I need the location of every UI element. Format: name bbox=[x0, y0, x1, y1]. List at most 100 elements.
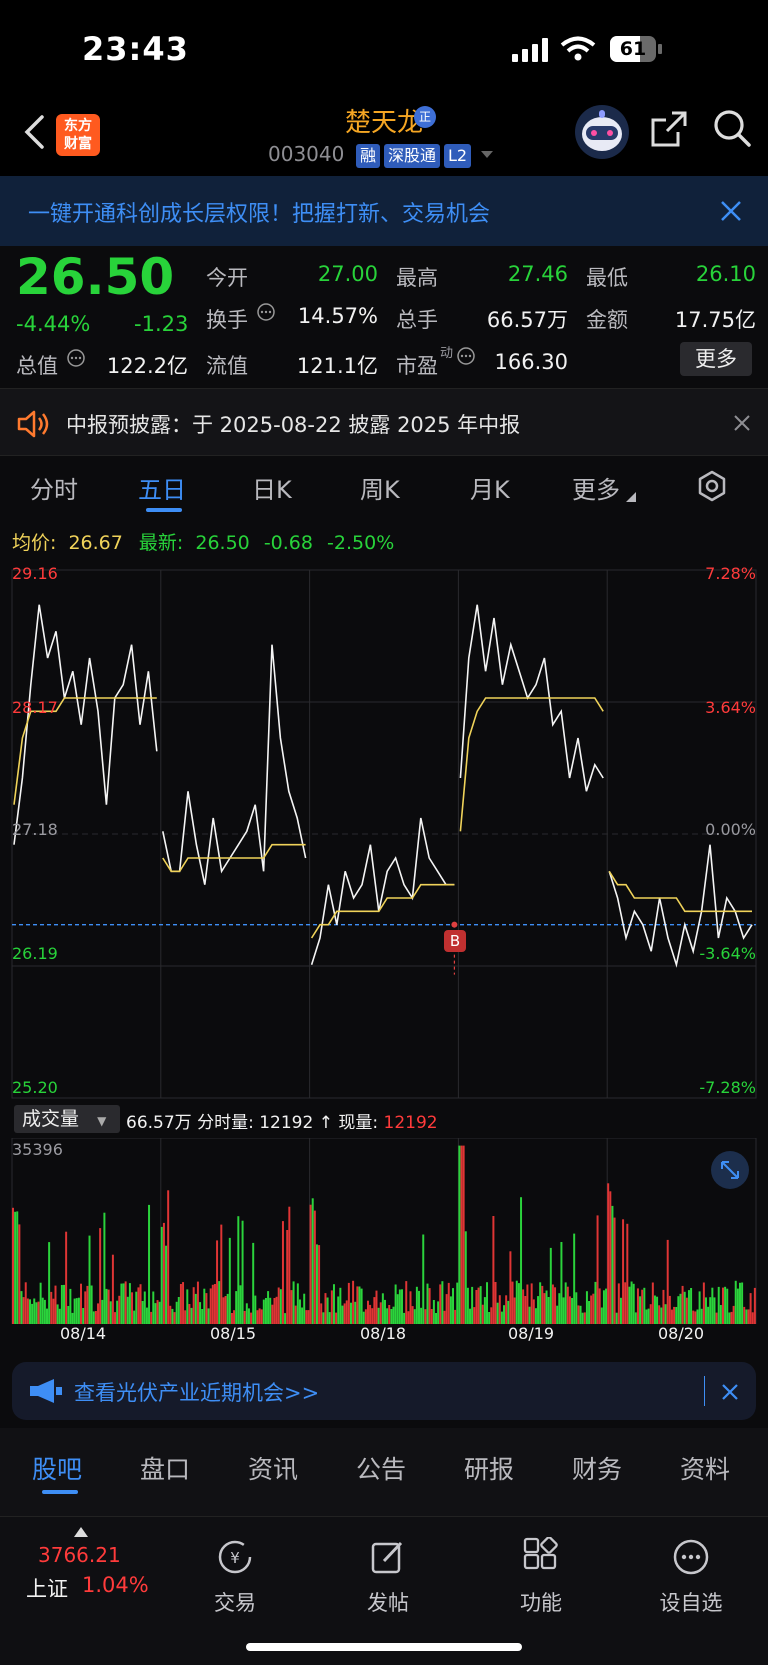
change-amount: -1.23 bbox=[134, 312, 189, 336]
volume-bar bbox=[386, 1308, 389, 1324]
volume-max-label: 35396 bbox=[12, 1140, 63, 1159]
volume-bar bbox=[547, 1297, 550, 1324]
tab-research[interactable]: 研报 bbox=[464, 1450, 514, 1486]
tab-daily-k[interactable]: 日K bbox=[252, 470, 292, 505]
volume-bar bbox=[420, 1307, 423, 1324]
volume-bar bbox=[736, 1288, 739, 1324]
tab-pankou[interactable]: 盘口 bbox=[140, 1450, 190, 1486]
tab-monthly-k[interactable]: 月K bbox=[470, 470, 510, 505]
volume-bar bbox=[513, 1297, 516, 1324]
volume-bar bbox=[511, 1281, 514, 1324]
volume-chart-svg bbox=[11, 1137, 757, 1325]
nav-trade[interactable]: ¥ 交易 bbox=[180, 1537, 290, 1617]
volume-bar bbox=[243, 1311, 246, 1324]
volume-chart[interactable]: 35396 08/14 08/15 08/18 08/19 08/20 bbox=[0, 1137, 768, 1343]
volume-bar bbox=[169, 1305, 172, 1324]
volume-bar bbox=[528, 1306, 531, 1324]
tab-five-day[interactable]: 五日 bbox=[138, 470, 186, 505]
volume-bar bbox=[660, 1307, 663, 1324]
tab-news[interactable]: 资讯 bbox=[248, 1450, 298, 1486]
volume-bar bbox=[685, 1297, 688, 1324]
tab-intraday[interactable]: 分时 bbox=[30, 470, 78, 505]
robot-avatar-icon[interactable] bbox=[574, 104, 630, 160]
volume-bar bbox=[600, 1307, 603, 1324]
buy-marker[interactable]: B bbox=[444, 930, 466, 952]
volume-bar bbox=[152, 1291, 155, 1324]
volume-bar bbox=[222, 1297, 225, 1324]
volume-bar bbox=[602, 1290, 605, 1324]
expand-icon[interactable] bbox=[710, 1150, 750, 1190]
sub-tabs: 股吧 盘口 资讯 公告 研报 财务 资料 bbox=[0, 1428, 768, 1516]
close-icon[interactable] bbox=[720, 200, 742, 222]
volume-bar bbox=[656, 1296, 659, 1324]
tab-weekly-k[interactable]: 周K bbox=[360, 470, 400, 505]
volume-bar bbox=[490, 1307, 493, 1324]
volume-bar bbox=[441, 1281, 444, 1324]
volume-bar bbox=[471, 1286, 474, 1324]
arrow-up-icon: ↑ bbox=[318, 1113, 333, 1133]
tab-finance[interactable]: 财务 bbox=[572, 1450, 622, 1486]
volume-bar bbox=[509, 1251, 512, 1324]
volume-bar bbox=[609, 1191, 612, 1324]
promo-card[interactable]: 查看光伏产业近期机会>> bbox=[12, 1362, 756, 1420]
chevron-down-icon[interactable] bbox=[480, 150, 494, 160]
price-chart[interactable]: 29.16 28.17 27.18 26.19 25.20 7.28% 3.64… bbox=[0, 560, 768, 1100]
volume-bar bbox=[330, 1290, 333, 1324]
nav-post[interactable]: 发帖 bbox=[333, 1537, 443, 1617]
volume-bar bbox=[216, 1240, 219, 1324]
search-icon[interactable] bbox=[712, 108, 752, 148]
home-indicator bbox=[246, 1643, 522, 1651]
low-label: 最低 bbox=[586, 266, 628, 290]
volume-bar bbox=[753, 1287, 756, 1324]
volume-bar bbox=[324, 1293, 327, 1324]
tab-profile[interactable]: 资料 bbox=[680, 1450, 730, 1486]
nav-watchlist[interactable]: 设自选 bbox=[636, 1537, 746, 1617]
gear-icon[interactable] bbox=[696, 470, 728, 502]
turnover-label: 换手 bbox=[206, 308, 248, 332]
info-icon[interactable] bbox=[256, 302, 276, 322]
volume-bar bbox=[462, 1145, 465, 1324]
indicator-select[interactable]: 成交量 ▼ bbox=[14, 1105, 120, 1133]
volume-bar bbox=[498, 1295, 501, 1324]
nav-functions[interactable]: 功能 bbox=[486, 1536, 596, 1617]
more-button[interactable]: 更多 bbox=[680, 342, 752, 376]
volume-bar bbox=[58, 1308, 61, 1324]
share-icon[interactable] bbox=[650, 110, 688, 148]
pe-dynamic-sup: 动 bbox=[440, 346, 454, 361]
stock-name[interactable]: 楚天龙 bbox=[300, 102, 468, 139]
info-icon[interactable] bbox=[456, 346, 476, 366]
volume-bar bbox=[241, 1220, 244, 1324]
close-icon[interactable] bbox=[722, 1384, 738, 1400]
volume-bar bbox=[475, 1290, 478, 1324]
promo-banner[interactable]: 一键开通科创成长层权限！把握打新、交易机会 bbox=[0, 176, 768, 246]
amount-value: 17.75亿 bbox=[674, 308, 756, 332]
volume-bar bbox=[250, 1312, 253, 1324]
y-tick-left: 25.20 bbox=[12, 1078, 58, 1097]
volume-bar bbox=[226, 1293, 229, 1324]
volume-bar bbox=[724, 1286, 727, 1324]
volume-bar bbox=[101, 1299, 104, 1324]
volume-bar bbox=[751, 1312, 754, 1324]
volume-bar bbox=[598, 1288, 601, 1324]
edit-icon bbox=[371, 1541, 403, 1574]
volume-bar bbox=[50, 1291, 53, 1324]
volume-bar bbox=[717, 1286, 720, 1324]
info-icon[interactable] bbox=[66, 348, 86, 368]
banner-text: 一键开通科创成长层权限！把握打新、交易机会 bbox=[28, 202, 491, 227]
close-icon[interactable] bbox=[734, 415, 750, 431]
volume-bar bbox=[456, 1282, 459, 1324]
now-volume-value: 12192 bbox=[383, 1113, 438, 1133]
volume-bar bbox=[571, 1298, 574, 1324]
y-tick-left: 26.19 bbox=[12, 944, 58, 963]
back-button[interactable] bbox=[22, 114, 46, 150]
notice-bar[interactable]: 中报预披露：于 2025-08-22 披露 2025 年中报 bbox=[0, 388, 768, 456]
volume-bar bbox=[666, 1239, 669, 1324]
volume-bar bbox=[99, 1228, 102, 1324]
tab-guba[interactable]: 股吧 bbox=[32, 1450, 82, 1486]
tab-more[interactable]: 更多 bbox=[572, 470, 620, 505]
volume-bar bbox=[628, 1286, 631, 1324]
volume-bar bbox=[437, 1301, 440, 1324]
volume-bar bbox=[452, 1288, 454, 1324]
y-tick-left: 29.16 bbox=[12, 564, 58, 583]
tab-announcements[interactable]: 公告 bbox=[356, 1450, 406, 1486]
